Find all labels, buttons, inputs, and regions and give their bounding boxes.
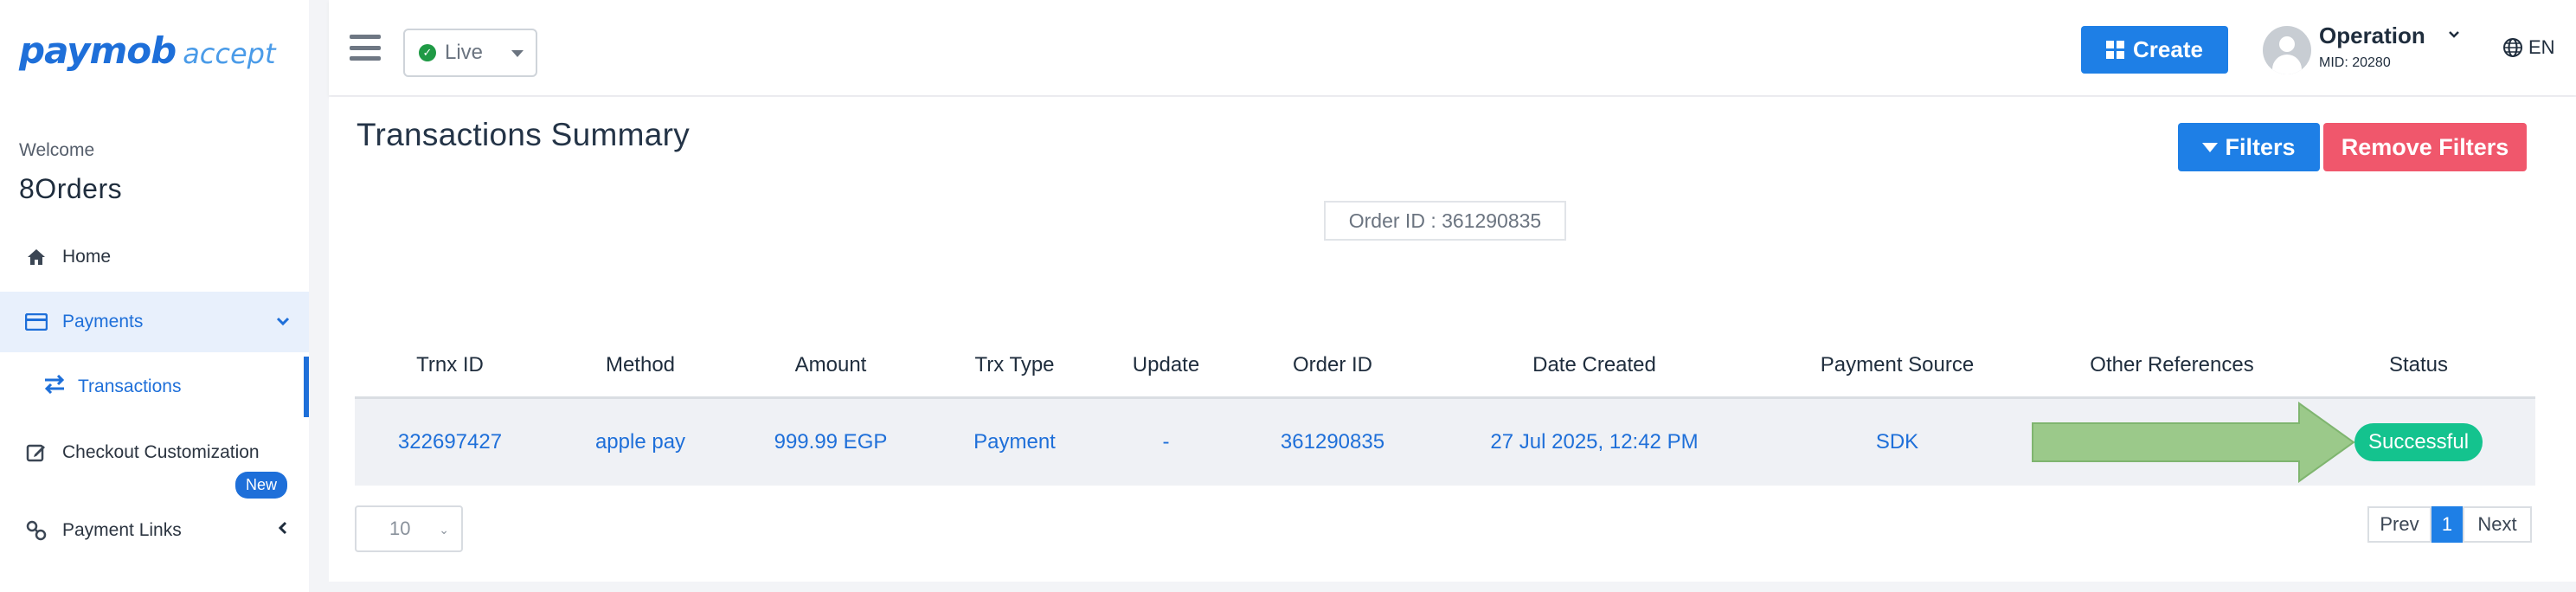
col-header-other-references[interactable]: Other References: [2042, 353, 2302, 377]
filter-icon: [2202, 142, 2219, 152]
link-icon: [24, 518, 48, 543]
status-badge: Successful: [2354, 423, 2483, 461]
language-selector[interactable]: EN: [2502, 36, 2555, 59]
table-row[interactable]: 322697427 apple pay 999.99 EGP Payment -…: [355, 399, 2535, 486]
hamburger-menu-icon[interactable]: [350, 35, 381, 61]
page-size-select[interactable]: 10 ⌄: [355, 505, 463, 552]
language-label: EN: [2528, 36, 2555, 58]
col-header-amount[interactable]: Amount: [736, 353, 926, 377]
page-size-value: 10: [389, 518, 411, 539]
credit-card-icon: [24, 310, 48, 334]
mode-select-value: Live: [445, 41, 484, 64]
sidebar: paymob accept Welcome 8Orders Home Payme…: [0, 0, 309, 592]
cell-date-created: 27 Jul 2025, 12:42 PM: [1490, 430, 1699, 454]
cell-payment-source: SDK: [1875, 430, 1919, 454]
sidebar-item-label: Checkout Customization: [62, 442, 260, 462]
col-header-trx-type[interactable]: Trx Type: [926, 353, 1103, 377]
filters-button-label: Filters: [2225, 133, 2296, 160]
sidebar-item-label: Payments: [62, 312, 144, 331]
chevron-down-icon[interactable]: [2448, 28, 2460, 43]
cell-method: apple pay: [594, 430, 686, 454]
col-header-date-created[interactable]: Date Created: [1436, 353, 1752, 377]
chevron-down-icon: ⌄: [439, 523, 449, 537]
cell-trx-type: Payment: [973, 430, 1056, 454]
cell-order-id[interactable]: 361290835: [1229, 430, 1436, 454]
order-id-filter-chip[interactable]: Order ID : 361290835: [1324, 201, 1566, 241]
col-header-update[interactable]: Update: [1103, 353, 1229, 377]
col-header-trnx-id[interactable]: Trnx ID: [355, 353, 545, 377]
col-header-order-id[interactable]: Order ID: [1229, 353, 1436, 377]
logo-sub-text: accept: [183, 37, 276, 70]
merchant-name: 8Orders: [19, 173, 123, 204]
table-header: Trnx ID Method Amount Trx Type Update Or…: [355, 333, 2535, 399]
avatar[interactable]: [2263, 26, 2311, 74]
sidebar-item-transactions[interactable]: Transactions: [0, 357, 309, 417]
col-header-method[interactable]: Method: [545, 353, 736, 377]
filters-button[interactable]: Filters: [2178, 123, 2320, 171]
pagination: Prev 1 Next: [2367, 506, 2532, 543]
annotation-arrow-icon: [2032, 402, 2355, 483]
grid-icon: [2106, 41, 2125, 59]
cell-update: -: [1162, 430, 1170, 454]
paymob-logo[interactable]: paymob accept: [19, 29, 276, 74]
edit-icon: [24, 441, 48, 465]
globe-icon: [2503, 38, 2522, 57]
current-page-button[interactable]: 1: [2431, 506, 2463, 543]
page-title: Transactions Summary: [357, 117, 691, 152]
sidebar-item-label: Home: [62, 247, 112, 267]
welcome-text: Welcome: [19, 140, 95, 160]
sidebar-item-label: Payment Links: [62, 520, 182, 540]
chevron-down-icon: [276, 311, 290, 331]
sidebar-item-payments[interactable]: Payments: [0, 292, 309, 352]
new-badge: New: [235, 472, 288, 499]
top-bar: ✓ Live Create: [329, 0, 2576, 95]
sidebar-item-home[interactable]: Home: [0, 227, 309, 287]
sidebar-item-payment-links[interactable]: Payment Links: [0, 500, 309, 561]
cell-amount: 999.99 EGP: [774, 430, 888, 454]
remove-filters-button[interactable]: Remove Filters: [2323, 123, 2527, 171]
swap-arrows-icon: [43, 374, 66, 399]
caret-down-icon: [511, 50, 524, 57]
create-button[interactable]: Create: [2081, 26, 2228, 74]
chevron-left-icon: [278, 519, 288, 540]
col-header-payment-source[interactable]: Payment Source: [1752, 353, 2042, 377]
logo-main-text: paymob: [19, 29, 177, 72]
mode-select[interactable]: ✓ Live: [403, 29, 537, 77]
check-circle-icon: ✓: [419, 44, 436, 61]
cell-trnx-id[interactable]: 322697427: [355, 430, 545, 454]
user-name[interactable]: Operation: [2319, 23, 2425, 49]
create-button-label: Create: [2133, 36, 2203, 62]
col-header-status[interactable]: Status: [2302, 353, 2535, 377]
home-icon: [24, 245, 48, 269]
sidebar-item-label: Transactions: [78, 376, 182, 396]
next-page-button[interactable]: Next: [2463, 506, 2532, 543]
transactions-table: Trnx ID Method Amount Trx Type Update Or…: [355, 333, 2535, 486]
user-mid: MID: 20280: [2319, 55, 2391, 70]
prev-page-button[interactable]: Prev: [2367, 506, 2431, 543]
